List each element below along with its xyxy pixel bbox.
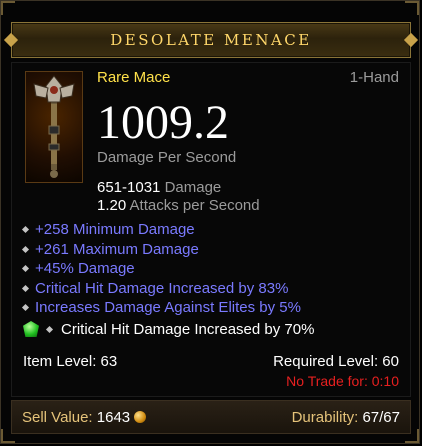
frame-corner: [1, 1, 15, 15]
damage-stat: 651-1031 Damage: [97, 179, 221, 196]
affix-text: +45% Damage: [35, 260, 135, 277]
bullet-icon: [21, 284, 30, 292]
damage-value: 651-1031: [97, 179, 161, 196]
sell-amount: 1643: [96, 409, 131, 426]
gold-coin-icon: [134, 411, 147, 423]
durability-label: Durability:: [291, 409, 359, 426]
mace-icon: [33, 75, 75, 178]
dps-value: 1009.2: [97, 96, 229, 149]
item-tooltip: DESOLATE MENACE Rare Mace 1-Hand 1009.2 …: [0, 0, 420, 444]
affix-line: Increases Damage Against Elites by 5%: [21, 299, 301, 319]
affix-line: +258 Minimum Damage: [21, 221, 301, 241]
affix-text: +258 Minimum Damage: [35, 221, 195, 238]
required-level: Required Level: 60: [273, 353, 399, 370]
sell-value: Sell Value: 1643: [22, 409, 147, 426]
item-footer: Sell Value: 1643 Durability: 67/67: [11, 400, 411, 434]
affix-text: Critical Hit Damage Increased by 83%: [35, 279, 289, 297]
affix-list: +258 Minimum Damage +261 Maximum Damage …: [21, 221, 301, 319]
bullet-icon: [21, 264, 30, 273]
attack-speed-stat: 1.20 Attacks per Second: [97, 197, 260, 214]
affix-text: Increases Damage Against Elites by 5%: [35, 299, 301, 316]
affix-line: Critical Hit Damage Increased by 83%: [21, 279, 301, 300]
item-hand: 1-Hand: [349, 69, 399, 86]
dps-label: Damage Per Second: [97, 149, 237, 166]
item-title-bar: DESOLATE MENACE: [3, 22, 419, 58]
frame-corner: [405, 1, 419, 15]
affix-line: +45% Damage: [21, 260, 301, 280]
durability-value: 67/67: [362, 409, 400, 426]
item-type: Rare Mace: [97, 69, 171, 86]
socket-bonus-text: Critical Hit Damage Increased by 70%: [61, 321, 315, 338]
bullet-icon: [21, 303, 30, 312]
affix-text: +261 Maximum Damage: [35, 240, 199, 258]
affix-line: +261 Maximum Damage: [21, 240, 301, 261]
bullet-icon: [21, 225, 30, 234]
item-name: DESOLATE MENACE: [110, 31, 312, 49]
bullet-icon: [21, 245, 30, 253]
ornament-icon: [403, 32, 419, 48]
item-level: Item Level: 63: [23, 353, 118, 370]
ornament-icon: [3, 32, 19, 48]
item-image: [25, 71, 83, 183]
sell-label: Sell Value:: [22, 409, 93, 426]
attack-speed-value: 1.20: [97, 197, 127, 214]
damage-label: Damage: [164, 179, 222, 196]
durability: Durability: 67/67: [292, 409, 400, 426]
no-trade-timer: No Trade for: 0:10: [286, 373, 399, 389]
attack-speed-label: Attacks per Second: [129, 197, 260, 214]
